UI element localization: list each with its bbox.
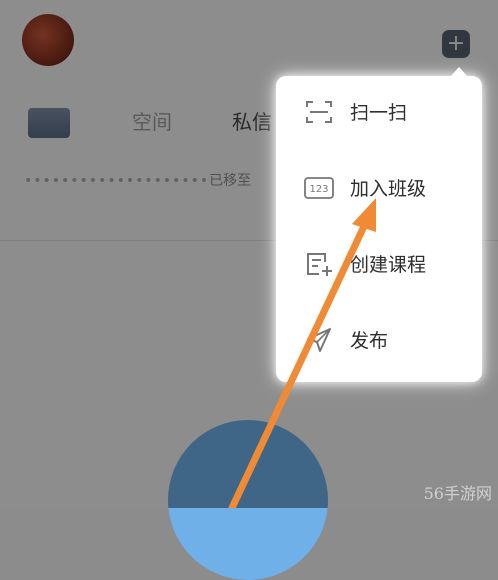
join-class-icon-text: 123 xyxy=(309,184,328,195)
menu-item-join-class[interactable]: 123 加入班级 xyxy=(276,158,482,218)
menu-item-label: 加入班级 xyxy=(350,178,427,200)
menu-item-publish[interactable]: 发布 xyxy=(276,310,482,370)
menu-item-label: 扫一扫 xyxy=(350,102,408,124)
watermark: 56手游网 xyxy=(423,484,492,503)
menu-item-create-course[interactable]: 创建课程 xyxy=(276,234,482,294)
join-class-icon: 123 xyxy=(304,174,334,202)
scan-icon xyxy=(304,98,334,126)
menu-item-label: 发布 xyxy=(350,330,389,352)
menu-item-label: 创建课程 xyxy=(350,254,427,276)
create-course-icon xyxy=(304,250,334,278)
publish-icon xyxy=(304,326,334,354)
menu-item-scan[interactable]: 扫一扫 xyxy=(276,82,482,142)
popup-menu: 扫一扫 123 加入班级 创建课程 发布 xyxy=(276,67,482,382)
